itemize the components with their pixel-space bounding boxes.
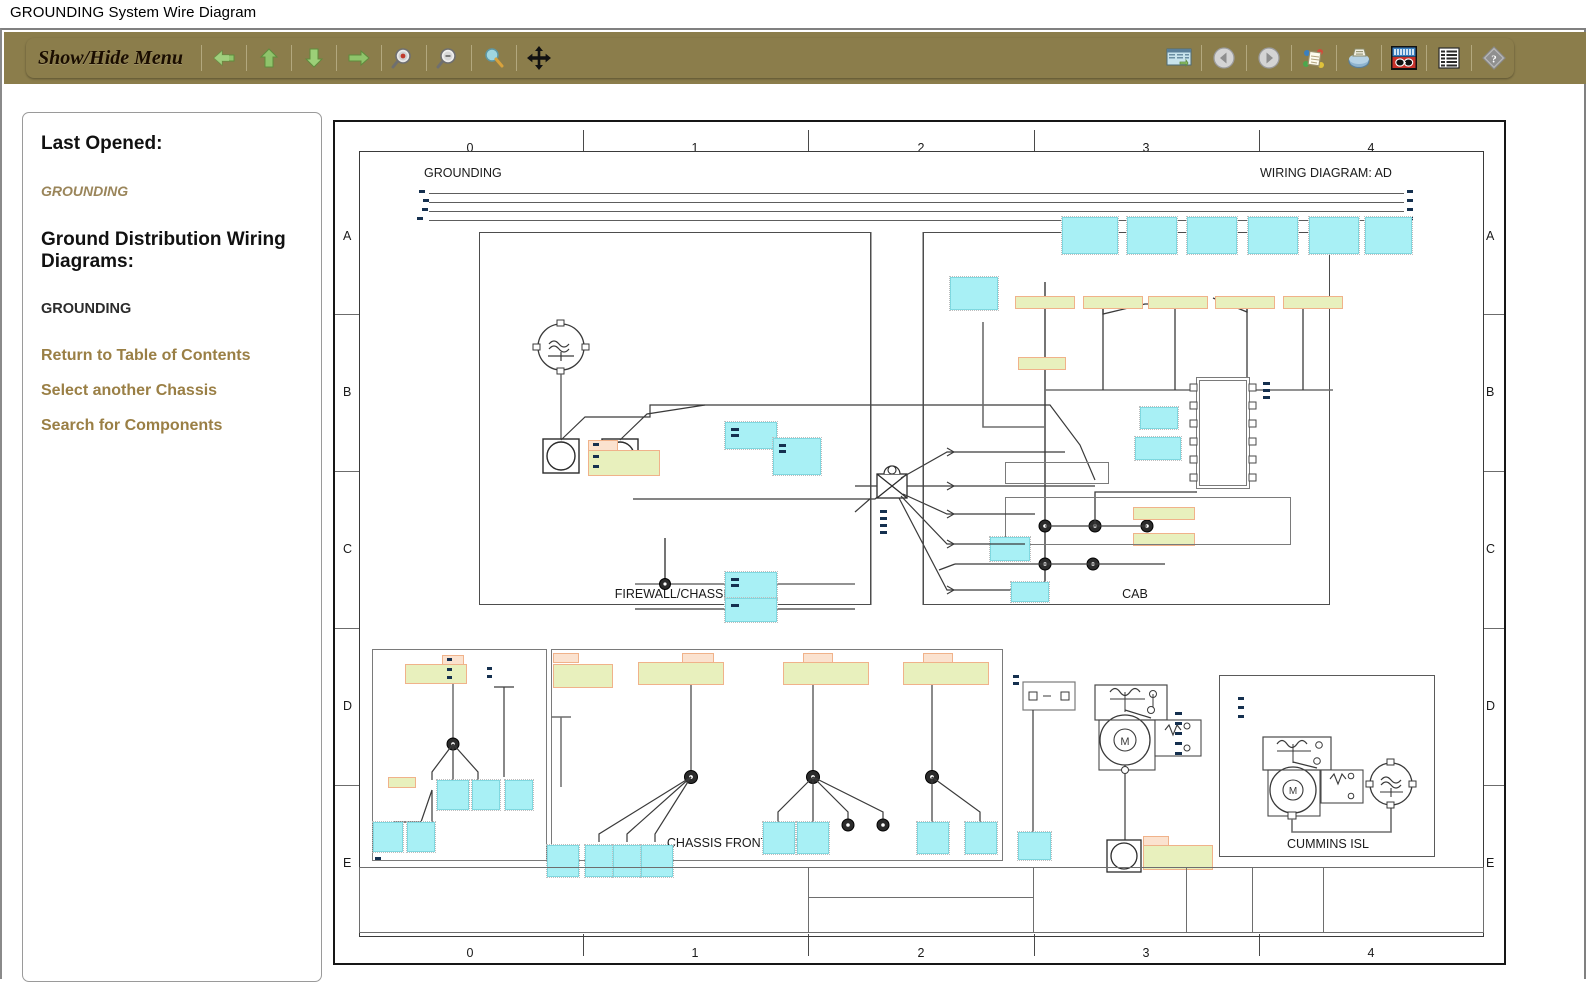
toolbar-divider bbox=[246, 45, 247, 71]
title-block bbox=[359, 867, 1484, 933]
toolbar-divider bbox=[1426, 45, 1427, 71]
pan-left-icon[interactable] bbox=[204, 41, 244, 75]
svg-text:?: ? bbox=[1491, 54, 1497, 66]
help-icon[interactable]: ? bbox=[1474, 41, 1514, 75]
toolbar-divider bbox=[471, 45, 472, 71]
title-block-divider bbox=[808, 867, 809, 933]
wiring-diagram-sheet: 0 1 2 3 4 0 1 2 3 4 A B C D E bbox=[335, 122, 1504, 963]
toolbar-divider bbox=[291, 45, 292, 71]
list-view-icon[interactable] bbox=[1429, 41, 1469, 75]
toolbar-divider bbox=[336, 45, 337, 71]
title-block-divider bbox=[1323, 867, 1324, 933]
toolbar: Show/Hide Menu bbox=[26, 38, 1514, 78]
link-search-for-components[interactable]: Search for Components bbox=[41, 417, 303, 435]
fit-page-icon[interactable] bbox=[1159, 41, 1199, 75]
highlight-icon[interactable] bbox=[1384, 41, 1424, 75]
toolbar-strip: Show/Hide Menu bbox=[4, 32, 1586, 84]
link-return-to-table-of-contents[interactable]: Return to Table of Contents bbox=[41, 347, 303, 365]
previous-icon[interactable] bbox=[1204, 41, 1244, 75]
link-select-another-chassis[interactable]: Select another Chassis bbox=[41, 382, 303, 400]
svg-text:M: M bbox=[1289, 786, 1297, 797]
title-block-rule bbox=[808, 897, 1033, 898]
toolbar-divider bbox=[1336, 45, 1337, 71]
pan-up-icon[interactable] bbox=[249, 41, 289, 75]
legend-icon[interactable] bbox=[1294, 41, 1334, 75]
toolbar-divider bbox=[1246, 45, 1247, 71]
pan-down-icon[interactable] bbox=[294, 41, 334, 75]
section-heading: Ground Distribution Wiring Diagrams: bbox=[41, 229, 303, 273]
move-icon[interactable] bbox=[519, 41, 559, 75]
window-title: GROUNDING System Wire Diagram bbox=[10, 4, 256, 21]
show-hide-menu-button[interactable]: Show/Hide Menu bbox=[26, 47, 199, 70]
title-block-divider bbox=[1033, 867, 1034, 933]
toolbar-divider bbox=[1381, 45, 1382, 71]
title-block-divider bbox=[1186, 867, 1187, 933]
sidebar-panel: Last Opened: GROUNDING Ground Distributi… bbox=[22, 112, 322, 982]
toolbar-divider bbox=[1201, 45, 1202, 71]
zoom-select-icon[interactable] bbox=[474, 41, 514, 75]
print-icon[interactable] bbox=[1339, 41, 1379, 75]
diagram-viewport[interactable]: 0 1 2 3 4 0 1 2 3 4 A B C D E bbox=[333, 120, 1506, 965]
zoom-in-icon[interactable] bbox=[384, 41, 424, 75]
last-opened-value[interactable]: GROUNDING bbox=[41, 183, 303, 199]
zoom-out-icon[interactable] bbox=[429, 41, 469, 75]
toolbar-divider bbox=[426, 45, 427, 71]
toolbar-divider bbox=[201, 45, 202, 71]
toolbar-divider bbox=[381, 45, 382, 71]
last-opened-heading: Last Opened: bbox=[41, 133, 303, 155]
application-frame: Show/Hide Menu bbox=[0, 28, 1586, 979]
current-diagram-name[interactable]: GROUNDING bbox=[41, 301, 303, 317]
toolbar-divider bbox=[1291, 45, 1292, 71]
cummins-isl-schematic: M bbox=[335, 122, 1506, 965]
toolbar-divider bbox=[1471, 45, 1472, 71]
title-block-divider bbox=[1252, 867, 1253, 933]
pan-right-icon[interactable] bbox=[339, 41, 379, 75]
toolbar-divider bbox=[516, 45, 517, 71]
next-icon[interactable] bbox=[1249, 41, 1289, 75]
